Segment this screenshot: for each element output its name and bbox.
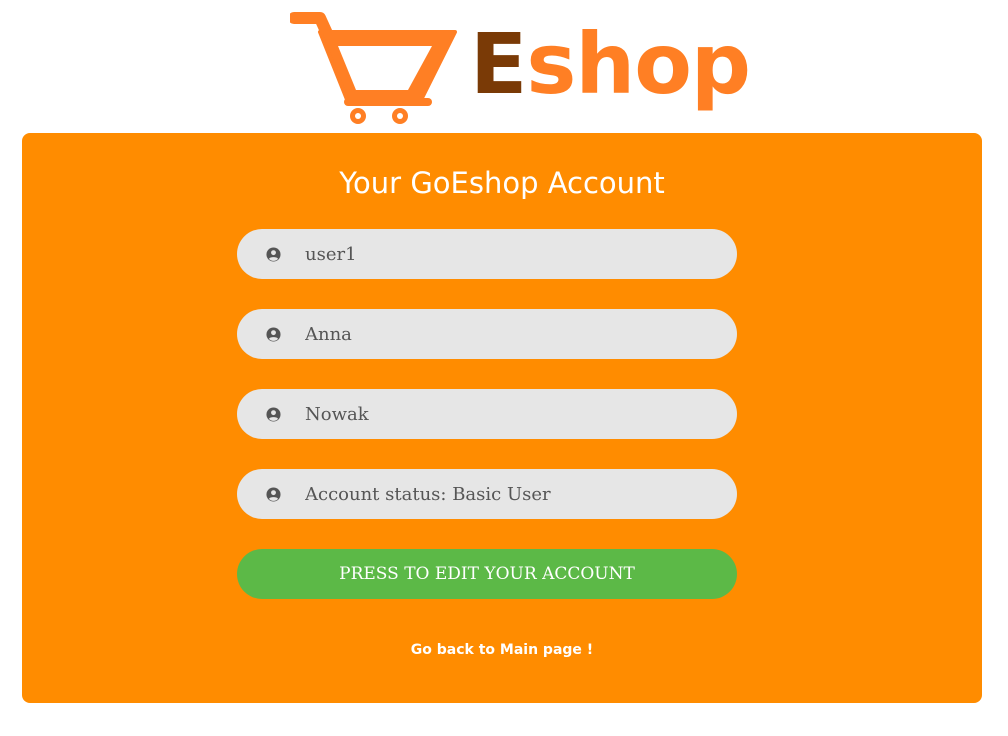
logo-text: Eshop — [470, 14, 751, 114]
eshop-logo[interactable]: Eshop — [290, 10, 751, 125]
username-input[interactable] — [305, 229, 715, 279]
user-circle-icon — [266, 487, 281, 502]
account-card: Your GoEshop Account user1 Anna Nowak Ac… — [22, 133, 982, 703]
account-status-input[interactable] — [305, 469, 715, 519]
page: Eshop Your GoEshop Account user1 Anna No… — [0, 0, 1008, 736]
shopping-cart-icon — [290, 12, 457, 124]
last-name-input[interactable] — [305, 389, 715, 439]
user-circle-icon — [266, 407, 281, 422]
back-to-main-link[interactable]: Go back to Main page ! — [22, 640, 982, 660]
edit-account-button[interactable]: PRESS TO EDIT YOUR ACCOUNT — [237, 549, 737, 599]
first-name-input[interactable] — [305, 309, 715, 359]
logo-text-rest: shop — [526, 15, 751, 113]
username-field[interactable] — [237, 229, 737, 279]
logo-text-first-letter: E — [470, 15, 527, 113]
page-title: Your GoEshop Account — [339, 166, 665, 200]
first-name-field[interactable] — [237, 309, 737, 359]
account-status-field[interactable] — [237, 469, 737, 519]
user-circle-icon — [266, 327, 281, 342]
last-name-field[interactable] — [237, 389, 737, 439]
user-circle-icon — [266, 247, 281, 262]
